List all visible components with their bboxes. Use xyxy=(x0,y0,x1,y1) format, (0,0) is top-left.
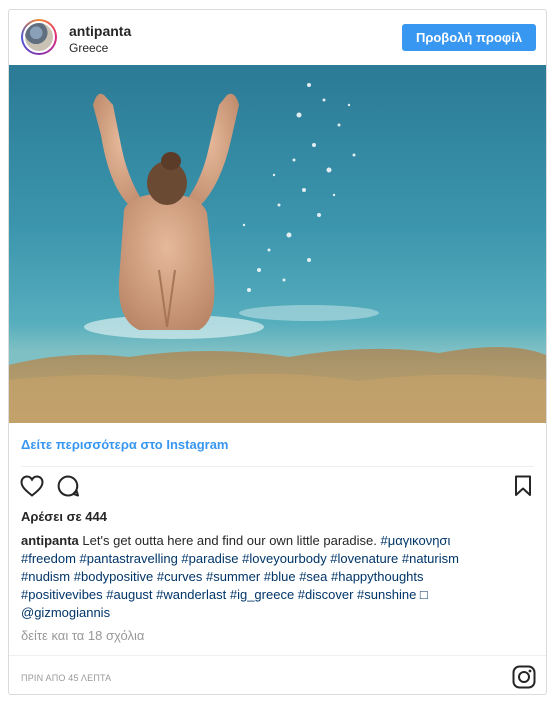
hashtag-magikonisi[interactable]: #μαγικονησι xyxy=(381,533,451,548)
bookmark-icon[interactable] xyxy=(510,473,536,499)
view-all-comments-link[interactable]: δείτε και τα 18 σχόλια xyxy=(21,628,144,643)
action-bar xyxy=(9,473,546,503)
timestamp[interactable]: ΠΡΙΝ ΑΠΟ 45 ΛΕΠΤΑ xyxy=(21,673,111,683)
instagram-logo-icon[interactable] xyxy=(512,665,536,689)
like-count[interactable]: Αρέσει σε 444 xyxy=(21,509,107,524)
location[interactable]: Greece xyxy=(69,41,108,55)
view-profile-button[interactable]: Προβολή προφίλ xyxy=(402,24,536,51)
footer-divider xyxy=(9,655,546,656)
caption-line-1: antipanta Let's get outta here and find … xyxy=(21,532,531,550)
avatar-ring[interactable] xyxy=(21,19,57,55)
divider xyxy=(21,466,534,467)
instagram-embed-card: antipanta Greece Προβολή προφίλ Δείτε πε… xyxy=(8,9,547,695)
caption-text: Let's get outta here and find our own li… xyxy=(82,533,377,548)
comment-icon[interactable] xyxy=(55,473,81,499)
caption-username[interactable]: antipanta xyxy=(21,533,79,548)
post-photo[interactable] xyxy=(9,65,546,423)
caption: antipanta Let's get outta here and find … xyxy=(21,532,531,622)
post-header: antipanta Greece Προβολή προφίλ xyxy=(9,10,546,65)
username[interactable]: antipanta xyxy=(69,23,131,39)
caption-line-4[interactable]: #positivevibes #august #wanderlast #ig_g… xyxy=(21,586,531,604)
heart-icon[interactable] xyxy=(19,473,45,499)
view-more-on-instagram-link[interactable]: Δείτε περισσότερα στο Instagram xyxy=(21,437,229,452)
caption-line-3[interactable]: #nudism #bodypositive #curves #summer #b… xyxy=(21,568,531,586)
beach-photo xyxy=(9,65,546,423)
avatar[interactable] xyxy=(23,21,55,53)
caption-line-2[interactable]: #freedom #pantastravelling #paradise #lo… xyxy=(21,550,531,568)
caption-line-5[interactable]: @gizmogiannis xyxy=(21,604,531,622)
